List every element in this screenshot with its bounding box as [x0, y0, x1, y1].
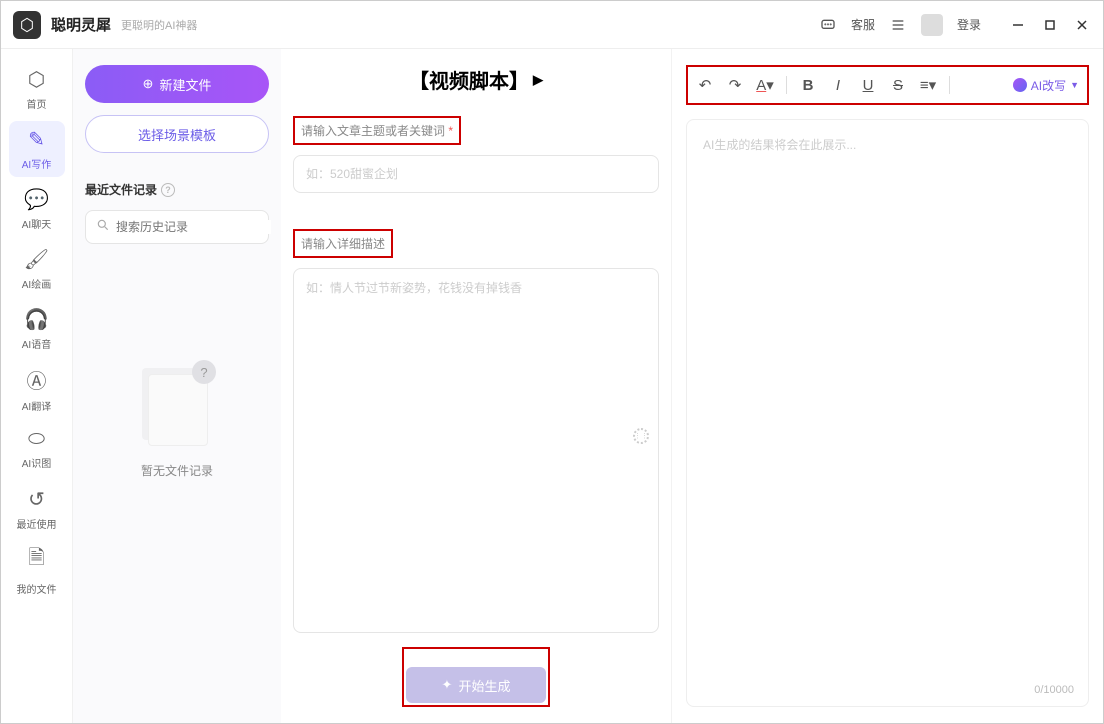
output-placeholder: AI生成的结果将会在此展示...: [703, 136, 1072, 153]
sidebar-item-files[interactable]: 🗎 我的文件: [9, 541, 65, 597]
page-title: 【视频脚本】 ▶: [293, 65, 659, 94]
sidebar-item-chat[interactable]: 💬 AI聊天: [9, 181, 65, 237]
maximize-icon[interactable]: [1041, 16, 1059, 34]
topic-label: 请输入文章主题或者关键词 *: [293, 116, 461, 145]
app-logo-icon: [13, 11, 41, 39]
desc-label: 请输入详细描述: [293, 229, 393, 258]
empty-text: 暂无文件记录: [141, 462, 213, 479]
recent-files-title: 最近文件记录 ?: [85, 181, 269, 198]
home-icon: ⬡: [28, 67, 45, 92]
app-name: 聪明灵犀: [51, 14, 111, 35]
play-icon[interactable]: ▶: [533, 72, 543, 88]
sidebar-item-recent[interactable]: ↺ 最近使用: [9, 481, 65, 537]
undo-icon[interactable]: ↶: [696, 76, 714, 94]
plus-icon: ⊕: [143, 76, 154, 92]
text-color-icon[interactable]: A▾: [756, 76, 774, 94]
minimize-icon[interactable]: [1009, 16, 1027, 34]
titlebar: 聪明灵犀 更聪明的AI神器 客服 登录: [1, 1, 1103, 49]
sidebar-item-voice[interactable]: 🎧 AI语音: [9, 301, 65, 357]
empty-state: ? 暂无文件记录: [85, 364, 269, 479]
drag-handle-icon[interactable]: ⋮⋮: [633, 428, 649, 444]
new-file-button[interactable]: ⊕ 新建文件: [85, 65, 269, 103]
sidebar-item-image[interactable]: ⬭ AI识图: [9, 421, 65, 477]
output-box[interactable]: AI生成的结果将会在此展示... 0/10000: [686, 119, 1089, 707]
chevron-down-icon: ▼: [1070, 80, 1079, 90]
close-icon[interactable]: [1073, 16, 1091, 34]
search-icon: [96, 218, 110, 237]
translate-icon: Ⓐ: [27, 365, 47, 394]
panel-left: ⊕ 新建文件 选择场景模板 最近文件记录 ? ? 暂无文件记录: [73, 49, 281, 723]
empty-icon: ?: [142, 364, 212, 444]
topic-input[interactable]: [293, 155, 659, 193]
support-icon[interactable]: [819, 16, 837, 34]
choose-template-button[interactable]: 选择场景模板: [85, 115, 269, 153]
ai-dot-icon: [1013, 78, 1027, 92]
sidebar-item-home[interactable]: ⬡ 首页: [9, 61, 65, 117]
search-input[interactable]: [116, 220, 271, 234]
avatar[interactable]: [921, 14, 943, 36]
sidebar-item-write[interactable]: ✎ AI写作: [9, 121, 65, 177]
italic-icon[interactable]: I: [829, 76, 847, 94]
files-icon: 🗎: [28, 543, 44, 577]
recent-icon: ↺: [28, 487, 45, 512]
search-box[interactable]: [85, 210, 269, 244]
strike-icon[interactable]: S: [889, 76, 907, 94]
sparkle-icon: ✦: [442, 677, 453, 693]
underline-icon[interactable]: U: [859, 76, 877, 94]
login-label[interactable]: 登录: [957, 16, 981, 33]
sidebar-item-translate[interactable]: Ⓐ AI翻译: [9, 361, 65, 417]
write-icon: ✎: [28, 127, 45, 152]
image-icon: ⬭: [28, 428, 45, 451]
sidebar-item-paint[interactable]: 🖌 AI绘画: [9, 241, 65, 297]
sidebar: ⬡ 首页 ✎ AI写作 💬 AI聊天 🖌 AI绘画 🎧 AI语音 Ⓐ AI翻译 …: [1, 49, 73, 723]
char-counter: 0/10000: [1034, 684, 1074, 696]
menu-icon[interactable]: [889, 16, 907, 34]
app-slogan: 更聪明的AI神器: [121, 17, 197, 33]
desc-textarea[interactable]: [293, 268, 659, 633]
voice-icon: 🎧: [24, 307, 49, 332]
generate-button[interactable]: ✦ 开始生成: [406, 667, 546, 703]
align-icon[interactable]: ≡▾: [919, 76, 937, 94]
support-label[interactable]: 客服: [851, 16, 875, 33]
panel-right: ↶ ↷ A▾ B I U S ≡▾ AI改写 ▼ AI生成的结果将会在此展示..…: [671, 49, 1103, 723]
bold-icon[interactable]: B: [799, 76, 817, 94]
chat-icon: 💬: [24, 187, 49, 212]
panel-mid: 【视频脚本】 ▶ 请输入文章主题或者关键词 * 请输入详细描述 ✦ 开始生成: [281, 49, 671, 723]
paint-icon: 🖌: [24, 247, 49, 272]
editor-toolbar: ↶ ↷ A▾ B I U S ≡▾ AI改写 ▼: [686, 65, 1089, 105]
ai-rewrite-button[interactable]: AI改写 ▼: [1013, 77, 1079, 94]
help-icon[interactable]: ?: [161, 183, 175, 197]
redo-icon[interactable]: ↷: [726, 76, 744, 94]
